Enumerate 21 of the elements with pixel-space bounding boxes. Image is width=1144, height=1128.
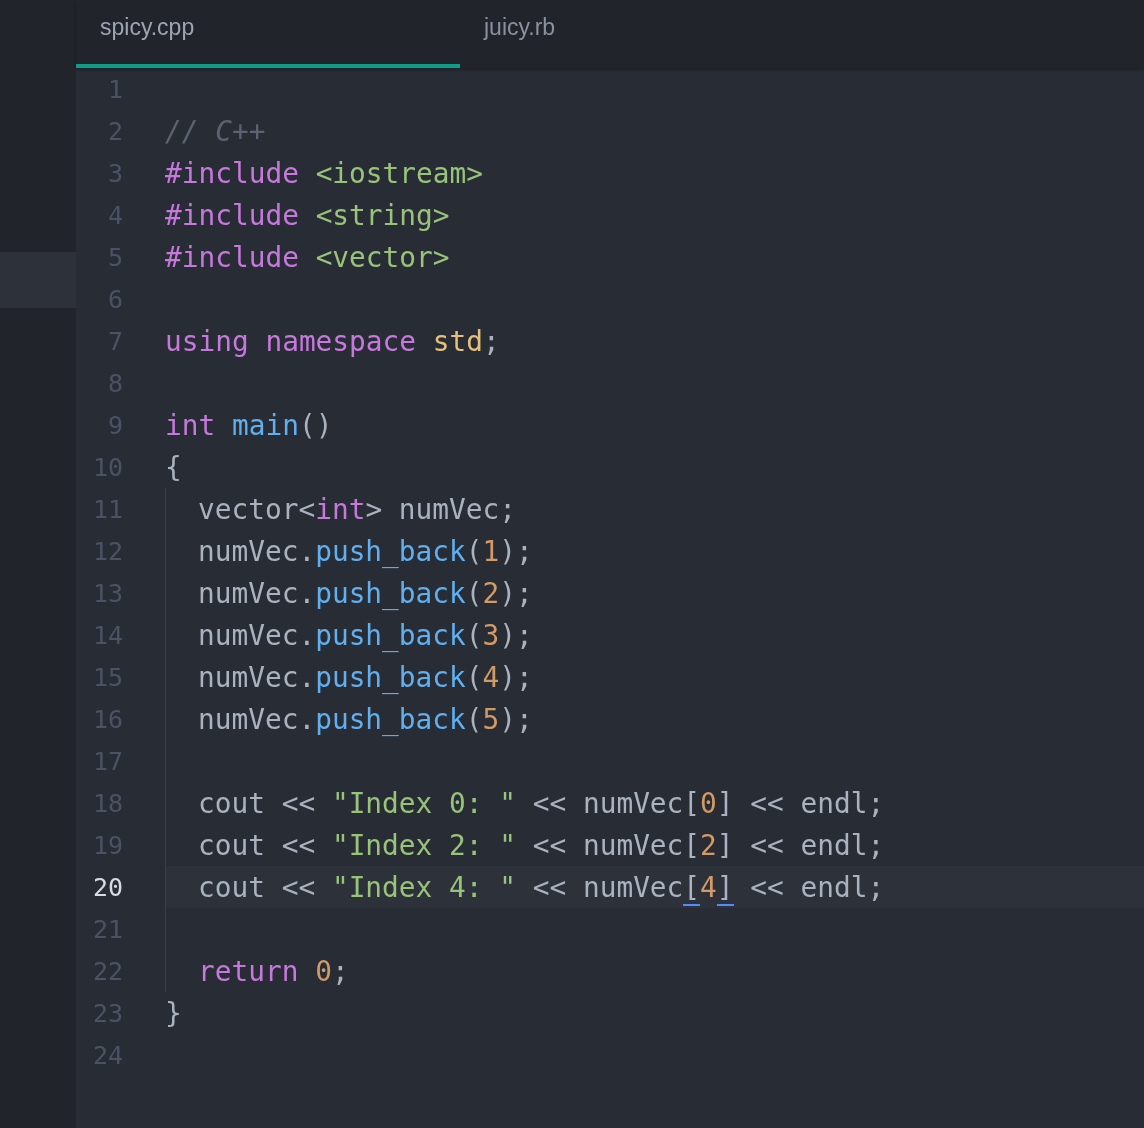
code-line: numVec.push_back(3);: [198, 618, 533, 652]
file-tab[interactable]: spicy.cpp: [76, 0, 460, 68]
file-tab[interactable]: juicy.rb: [460, 0, 844, 68]
code-line: numVec.push_back(1);: [198, 534, 533, 568]
code-line: #include <iostream>: [165, 156, 483, 190]
code-line: // C++: [165, 114, 266, 148]
code-line: int main(): [165, 408, 333, 442]
code-line: vector<int> numVec;: [198, 492, 516, 526]
code-line: {: [165, 450, 182, 484]
code-line: numVec.push_back(2);: [198, 576, 533, 610]
code-line: cout << "Index 2: " << numVec[2] << endl;: [198, 828, 885, 862]
code-line: numVec.push_back(4);: [198, 660, 533, 694]
code-line: #include <vector>: [165, 240, 450, 274]
code-line: using namespace std;: [165, 324, 500, 358]
code-line: cout << "Index 0: " << numVec[0] << endl;: [198, 786, 885, 820]
code-line: cout << "Index 4: " << numVec[4] << endl;: [198, 870, 885, 904]
code-line: return 0;: [198, 954, 349, 988]
code-line: #include <string>: [165, 198, 450, 232]
code-line: }: [165, 996, 182, 1030]
line-number: 20: [91, 872, 123, 902]
code-line: numVec.push_back(5);: [198, 702, 533, 736]
